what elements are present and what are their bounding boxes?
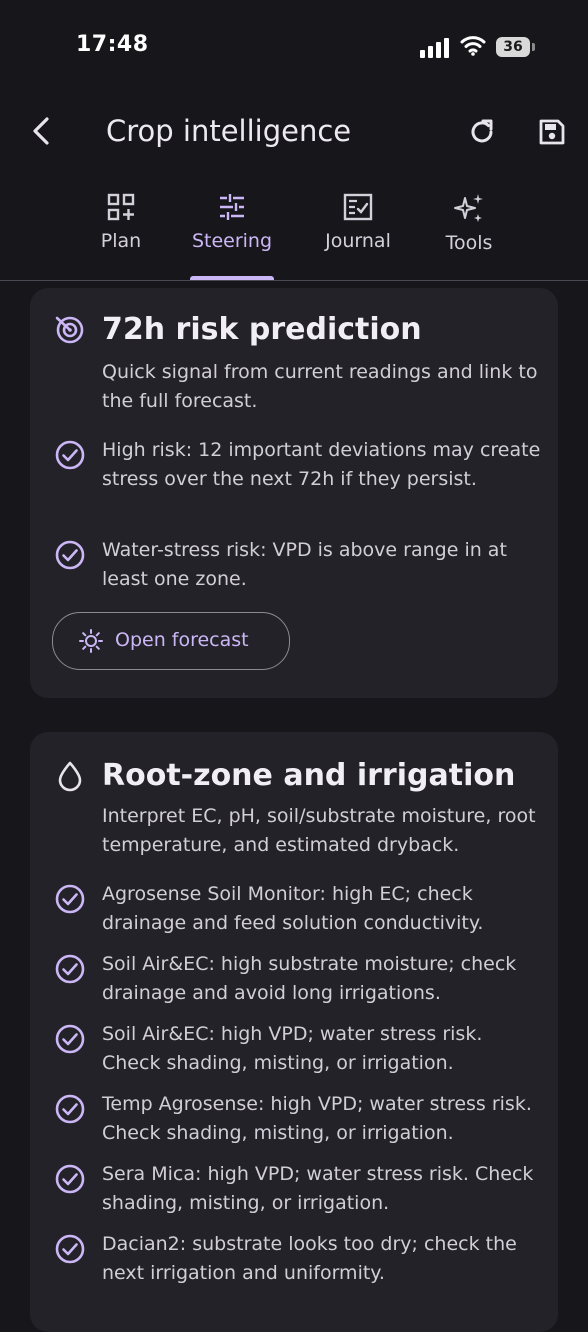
tab-label: Plan (100, 230, 142, 252)
list-item: High risk: 12 important deviations may c… (54, 436, 544, 524)
app-bar: Crop intelligence (0, 100, 588, 166)
wifi-icon (460, 36, 486, 56)
signal-icon (420, 38, 452, 58)
check-circle-icon (55, 1164, 85, 1194)
root-zone-card: Root-zone and irrigation Interpret EC, p… (30, 732, 558, 1332)
list-item-text: Agrosense Soil Monitor: high EC; check d… (102, 883, 484, 934)
risk-prediction-card: 72h risk prediction Quick signal from cu… (30, 288, 558, 698)
battery-tip (532, 43, 535, 51)
card-subtitle: Quick signal from current readings and l… (102, 361, 538, 412)
list-item: Soil Air&EC: high VPD; water stress risk… (54, 1020, 544, 1080)
status-time: 17:48 (76, 32, 149, 57)
page-title: Crop intelligence (106, 114, 352, 148)
card-title: Root-zone and irrigation (102, 758, 516, 793)
check-circle-icon (55, 1094, 85, 1124)
list-item: Temp Agrosense: high VPD; water stress r… (54, 1090, 544, 1150)
refresh-icon[interactable] (466, 116, 498, 148)
check-circle-icon (55, 954, 85, 984)
list-item: Sera Mica: high VPD; water stress risk. … (54, 1160, 544, 1220)
check-circle-icon (55, 1234, 85, 1264)
list-item: Agrosense Soil Monitor: high EC; check d… (54, 880, 544, 940)
tab-journal[interactable]: Journal (303, 186, 413, 280)
list-item-text: Water-stress risk: VPD is above range in… (102, 539, 507, 590)
status-bar: 17:48 36 (0, 0, 588, 96)
battery-indicator: 36 (496, 37, 530, 57)
list-item-text: Soil Air&EC: high VPD; water stress risk… (102, 1023, 483, 1074)
check-circle-icon (55, 884, 85, 914)
tab-label: Steering (191, 230, 273, 252)
save-icon[interactable] (536, 116, 568, 148)
tab-steering[interactable]: Steering (177, 186, 287, 280)
list-item-text: Dacian2: substrate looks too dry; check … (102, 1233, 517, 1284)
back-arrow-icon[interactable] (26, 114, 60, 148)
sun-icon (79, 629, 103, 653)
card-title: 72h risk prediction (102, 312, 422, 347)
list-item: Soil Air&EC: high substrate moisture; ch… (54, 950, 544, 1010)
list-item: Water-stress risk: VPD is above range in… (54, 536, 544, 596)
tab-tools[interactable]: Tools (414, 186, 524, 280)
list-item-text: Soil Air&EC: high substrate moisture; ch… (102, 953, 517, 1004)
open-forecast-button[interactable]: Open forecast (52, 612, 290, 670)
list-item-text: High risk: 12 important deviations may c… (102, 439, 541, 490)
sliders-icon (220, 194, 244, 220)
list-item: Dacian2: substrate looks too dry; check … (54, 1230, 544, 1290)
tab-label: Journal (325, 230, 391, 252)
tab-label: Tools (445, 232, 493, 254)
water-drop-icon (58, 761, 82, 792)
sparkles-icon (454, 194, 483, 222)
active-tab-indicator (190, 276, 274, 280)
check-circle-icon (55, 540, 85, 570)
card-subtitle: Interpret EC, pH, soil/substrate moistur… (102, 805, 536, 856)
grid-plus-icon (107, 193, 135, 221)
check-circle-icon (55, 440, 85, 470)
check-circle-icon (55, 1024, 85, 1054)
tab-plan[interactable]: Plan (66, 186, 176, 280)
journal-check-icon (343, 193, 373, 221)
tab-bar: Plan Steering Journal Tools (0, 186, 588, 281)
list-item-text: Sera Mica: high VPD; water stress risk. … (102, 1163, 534, 1214)
target-radar-icon (55, 316, 84, 344)
button-label: Open forecast (115, 629, 249, 651)
list-item-text: Temp Agrosense: high VPD; water stress r… (102, 1093, 532, 1144)
